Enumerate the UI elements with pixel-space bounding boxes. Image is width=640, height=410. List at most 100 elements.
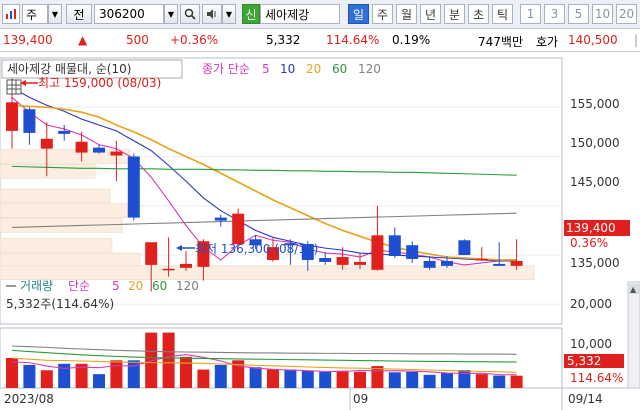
volume-current-label: 5,332주(114.64%) xyxy=(6,297,114,311)
period-tab-5[interactable]: 초 xyxy=(468,4,489,24)
interval-tab-5[interactable]: 5 xyxy=(568,4,589,24)
toolbar: 주 ▼ 전 306200 ▼ ▼ 신 세아제강 일 주 월 년 분 초 틱 1 3 5 10 20 xyxy=(0,0,640,29)
volume-profile-bar xyxy=(0,252,141,268)
candle-body xyxy=(180,263,192,268)
last-ratio-label: 114.64% xyxy=(570,371,623,385)
volume-legend-60: 60 xyxy=(152,279,167,293)
candle-body xyxy=(127,156,140,218)
volume-profile-bar xyxy=(0,218,123,233)
candle-body xyxy=(423,260,436,268)
chart-icon[interactable] xyxy=(2,4,20,24)
ask-price: 140,500 xyxy=(568,33,618,47)
candle-body xyxy=(232,213,245,245)
trade-amount: 747백만 xyxy=(478,35,523,49)
vertical-scrollbar[interactable]: ▲ xyxy=(627,281,640,389)
period-tab-3[interactable]: 년 xyxy=(420,4,441,24)
volume-bar xyxy=(40,370,53,388)
market-label: 주 xyxy=(26,7,38,22)
price-chart-title: 세아제강 매물대, 순(10) xyxy=(7,62,131,76)
speaker-icon[interactable] xyxy=(202,4,222,24)
y-tick-145000: 145,000 xyxy=(570,175,620,189)
volume-bar xyxy=(406,371,419,388)
ma-legend-60: 60 xyxy=(332,62,347,76)
volume-bar xyxy=(388,372,401,388)
volume-bar xyxy=(423,374,436,388)
low-annotation-text: 최저 136,300 (08/17) xyxy=(195,242,318,256)
candle-body xyxy=(110,151,123,156)
period-tab-4[interactable]: 분 xyxy=(444,4,465,24)
period-tab-0[interactable]: 일 xyxy=(348,4,369,24)
vol-tick-20000: 20,000 xyxy=(570,297,612,311)
search-icon[interactable] xyxy=(180,4,200,24)
candle-body xyxy=(441,260,453,266)
period-tab-2[interactable]: 월 xyxy=(396,4,417,24)
last-volume-label: 5,332 xyxy=(567,354,601,368)
x-label-2023-08: 2023/08 xyxy=(4,392,54,406)
candle-body xyxy=(319,257,332,262)
volume-bar xyxy=(458,370,471,388)
ma-legend-10: 10 xyxy=(280,62,295,76)
x-label-09-14: 09/14 xyxy=(568,392,603,406)
volume-bar xyxy=(475,374,488,388)
x-label-09: 09 xyxy=(353,392,368,406)
quote-separator: | xyxy=(634,33,639,47)
up-triangle-icon: ▲ xyxy=(78,33,88,47)
candle-body xyxy=(75,141,88,153)
volume-bar xyxy=(180,356,192,388)
stock-code-input[interactable]: 306200 xyxy=(94,4,164,24)
scroll-up-icon[interactable]: ▲ xyxy=(630,285,637,294)
volume-bar xyxy=(214,364,227,388)
candle-body xyxy=(145,242,158,265)
market-dropdown-icon[interactable]: ▼ xyxy=(48,4,62,24)
stock-name-field[interactable]: 세아제강 xyxy=(260,4,340,24)
candle-body xyxy=(162,268,175,271)
volume-bar xyxy=(354,371,366,388)
volume-title: 거래량 xyxy=(20,279,53,293)
last-price-label: 139,400 xyxy=(566,221,616,235)
stock-name: 세아제강 xyxy=(265,7,310,22)
volume-bar xyxy=(284,369,297,388)
volume-value: 5,332 xyxy=(266,33,301,47)
high-annotation: 최고 159,000 (08/03) xyxy=(20,76,161,90)
stock-code-value: 306200 xyxy=(99,7,145,21)
volume-bar xyxy=(336,370,349,388)
volume-bar xyxy=(110,360,123,388)
volume-bar xyxy=(510,375,523,388)
candle-body xyxy=(40,138,53,149)
interval-tab-10[interactable]: 10 xyxy=(592,4,613,24)
volume-legend-prefix: 단순 xyxy=(68,279,90,293)
new-badge-label: 신 xyxy=(245,7,257,22)
code-dropdown-icon[interactable]: ▼ xyxy=(164,4,178,24)
ma-legend-120: 120 xyxy=(358,62,381,76)
candle-body xyxy=(388,235,401,257)
high-annotation-text: 최고 159,000 (08/03) xyxy=(38,76,161,90)
volume-bar xyxy=(371,366,384,388)
volume-bar xyxy=(319,371,332,388)
volume-ratio: 114.64% xyxy=(326,33,380,47)
volume-legend-120: 120 xyxy=(176,279,199,293)
candle-body xyxy=(493,263,506,266)
volume-bar xyxy=(197,369,210,388)
period-tab-6[interactable]: 틱 xyxy=(492,4,513,24)
interval-tab-3[interactable]: 3 xyxy=(544,4,565,24)
volume-bar xyxy=(493,375,506,388)
ask-label: 호가 xyxy=(536,35,559,49)
grid-table-icon[interactable] xyxy=(6,79,22,95)
candle-body xyxy=(93,147,105,153)
interval-tab-20[interactable]: 20 xyxy=(616,4,637,24)
low-annotation: 최저 136,300 (08/17) xyxy=(176,242,318,256)
candle-body xyxy=(510,260,523,266)
speaker-dropdown-icon[interactable]: ▼ xyxy=(222,4,236,24)
market-select[interactable]: 주 xyxy=(22,4,48,24)
volume-profile-bar xyxy=(0,188,111,204)
prev-button[interactable]: 전 xyxy=(66,4,92,24)
volume-legend-20: 20 xyxy=(128,279,143,293)
interval-tab-1[interactable]: 1 xyxy=(520,4,541,24)
volume-profile-bar xyxy=(0,265,535,280)
stock-chart[interactable]: 세아제강 매물대, 순(10) 종가 단순 5 10 20 60 120 최고 159,… xyxy=(0,52,640,410)
volume-bar xyxy=(93,374,105,388)
candle-body xyxy=(371,235,384,270)
period-tab-1[interactable]: 주 xyxy=(372,4,393,24)
volume-bar xyxy=(441,373,453,388)
volume-profile-bar xyxy=(0,238,113,253)
